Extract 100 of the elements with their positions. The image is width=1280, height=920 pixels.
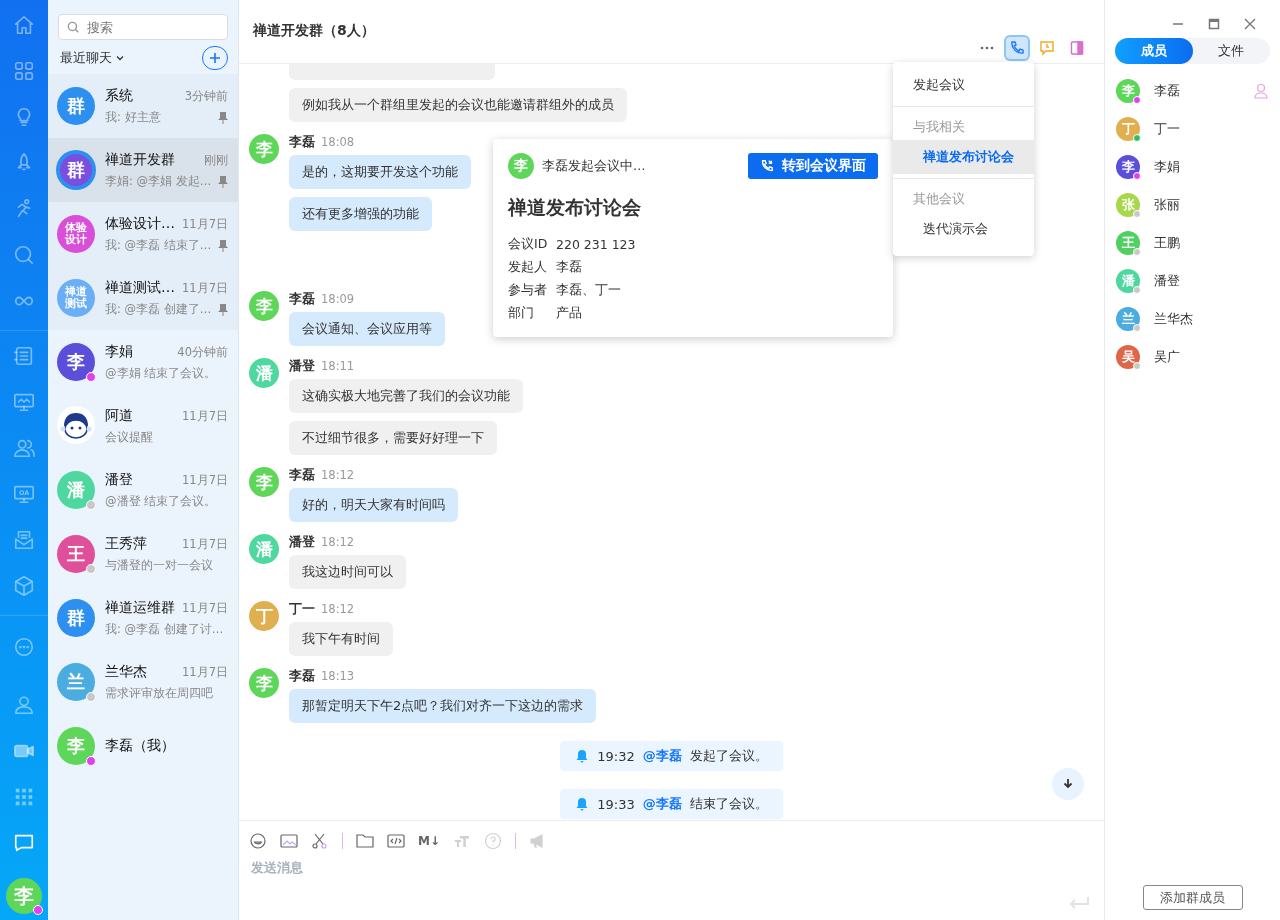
field-label: 参与者 xyxy=(508,282,548,299)
notice-text: 结束了会议。 xyxy=(689,795,768,813)
member-name: 李娟 xyxy=(1154,158,1181,176)
user-avatar: 潘 xyxy=(249,358,279,388)
menu-item[interactable]: 发起会议 xyxy=(893,68,1034,102)
folder-icon[interactable] xyxy=(356,832,374,850)
image-icon[interactable] xyxy=(280,832,298,850)
member-name: 李磊 xyxy=(1154,82,1181,100)
message-bubble: 我下午有时间 xyxy=(289,622,393,656)
sender-name: 潘登 xyxy=(289,534,315,551)
chat-list-item[interactable]: 李 李娟 40分钟前 @李娟 结束了会议。 xyxy=(48,330,238,394)
chat-list-item[interactable]: 阿道 11月7日 会议提醒 xyxy=(48,394,238,458)
chat-preview: @李娟 结束了会议。 xyxy=(105,366,217,381)
member-name: 兰华杰 xyxy=(1154,310,1194,328)
field-value: 220 231 123 xyxy=(556,237,636,252)
maximize-icon[interactable] xyxy=(1208,18,1220,30)
chat-preview: 我: @李磊 创建了… xyxy=(105,302,212,317)
panel-tab[interactable]: 文件 xyxy=(1192,38,1270,64)
chat-name: 禅道运维群 xyxy=(105,599,175,617)
message-bubble: 会议通知、会议应用等 xyxy=(289,312,445,346)
mention-link[interactable]: @李磊 xyxy=(642,747,682,765)
chat-name: 李娟 xyxy=(105,343,133,361)
emoji-icon[interactable] xyxy=(249,832,267,850)
group-avatar: 兰 xyxy=(57,663,95,701)
menu-item[interactable]: 禅道发布讨论会 xyxy=(893,140,1034,174)
close-icon[interactable] xyxy=(1244,18,1256,30)
menu-header: 与我相关 xyxy=(912,118,966,136)
add-member-button[interactable]: 添加群成员 xyxy=(1142,885,1243,910)
chat-name: 兰华杰 xyxy=(105,663,147,681)
robot-avatar xyxy=(57,405,95,444)
chat-list-item[interactable]: 群 禅道运维群 11月7日 我: @李磊 创建了讨… xyxy=(48,586,238,650)
chat-preview: 李娟: @李娟 发起… xyxy=(105,174,212,189)
search-field[interactable]: 搜索 xyxy=(58,14,228,40)
join-meeting-button[interactable]: 转到会议界面 xyxy=(748,153,878,179)
chat-name: 潘登 xyxy=(105,471,133,489)
chat-time: 11月7日 xyxy=(182,472,228,488)
message-bubble: 这确实极大地完善了我们的会议功能 xyxy=(289,379,523,413)
meeting-title: 禅道发布讨论会 xyxy=(508,195,642,220)
member-avatar: 兰 xyxy=(1116,307,1140,331)
field-label: 部门 xyxy=(508,305,535,322)
member-name: 吴广 xyxy=(1154,348,1181,366)
pin-icon xyxy=(218,175,228,188)
group-avatar: 李 xyxy=(57,343,95,381)
group-avatar: 群 xyxy=(57,599,95,637)
filter-dropdown[interactable]: 最近聊天 xyxy=(60,49,125,67)
field-label: 发起人 xyxy=(508,259,548,276)
sender-name: 李磊 xyxy=(289,134,315,151)
chat-time: 11月7日 xyxy=(182,408,228,424)
chat-preview: 与潘登的一对一会议 xyxy=(105,558,213,573)
group-avatar: 群 xyxy=(60,154,92,186)
member-name: 潘登 xyxy=(1154,272,1181,290)
message-bubble: 是的，这期要开发这个功能 xyxy=(289,155,471,189)
notice-time: 19:32 xyxy=(597,748,635,764)
mention-link[interactable]: @李磊 xyxy=(642,795,682,813)
member-avatar: 潘 xyxy=(1116,269,1140,293)
chat-list-item[interactable]: 体验设计 体验设计… 11月7日 我: @李磊 结束了… xyxy=(48,202,238,266)
user-avatar: 李 xyxy=(249,668,279,698)
message-time: 18:13 xyxy=(321,669,355,683)
sender-name: 丁一 xyxy=(289,601,315,618)
sender-name: 李磊 xyxy=(289,467,315,484)
chat-list-item[interactable]: 李 李磊（我） xyxy=(48,714,238,778)
chat-list-item[interactable]: 群 禅道开发群 刚刚 李娟: @李娟 发起… xyxy=(48,138,238,202)
group-avatar: 潘 xyxy=(57,471,95,509)
chat-list-item[interactable]: 潘 潘登 11月7日 @潘登 结束了会议。 xyxy=(48,458,238,522)
enter-icon[interactable] xyxy=(1068,896,1090,910)
phone-icon[interactable] xyxy=(1006,37,1028,59)
notice-text: 发起了会议。 xyxy=(689,747,768,765)
group-avatar: 王 xyxy=(57,535,95,573)
user-avatar: 潘 xyxy=(249,534,279,564)
user-avatar: 丁 xyxy=(249,601,279,631)
message-time: 18:08 xyxy=(321,135,355,149)
field-label: 会议ID xyxy=(508,236,549,253)
member-avatar: 丁 xyxy=(1116,117,1140,141)
bell-icon xyxy=(575,797,590,811)
chevron-down-icon xyxy=(115,53,125,63)
search-icon xyxy=(66,20,80,34)
member-avatar: 王 xyxy=(1116,231,1140,255)
message-bubble: 好的，明天大家有时间吗 xyxy=(289,488,458,522)
chat-preview: 我: @李磊 创建了讨… xyxy=(105,622,224,637)
panel-tab[interactable]: 成员 xyxy=(1115,38,1193,64)
scroll-down-button[interactable] xyxy=(1052,768,1084,800)
chat-time: 3分钟前 xyxy=(184,88,228,104)
chat-list-item[interactable]: 王 王秀萍 11月7日 与潘登的一对一会议 xyxy=(48,522,238,586)
code-icon[interactable] xyxy=(387,832,405,850)
bell-icon xyxy=(575,749,590,763)
chat-list-item[interactable]: 群 系统 3分钟前 我: 好主意 xyxy=(48,74,238,138)
chat-list-item[interactable]: 禅道测试 禅道测试… 11月7日 我: @李磊 创建了… xyxy=(48,266,238,330)
message-bubble: 那暂定明天下午2点吧？我们对齐一下这边的需求 xyxy=(289,689,597,723)
cut-icon[interactable] xyxy=(311,832,329,850)
menu-header: 其他会议 xyxy=(912,190,966,208)
menu-item[interactable]: 迭代演示会 xyxy=(893,212,1034,246)
sender-name: 李磊 xyxy=(289,291,315,308)
user-avatar: 李 xyxy=(249,134,279,164)
member-avatar: 吴 xyxy=(1116,345,1140,369)
markdown-button[interactable]: M↓ xyxy=(418,834,440,848)
chat-name: 系统 xyxy=(105,87,133,105)
group-avatar: 群 xyxy=(57,87,95,125)
chat-list-item[interactable]: 兰 兰华杰 11月7日 需求评审放在周四吧 xyxy=(48,650,238,714)
chat-time: 11月7日 xyxy=(182,600,228,616)
plus-icon xyxy=(209,52,221,64)
